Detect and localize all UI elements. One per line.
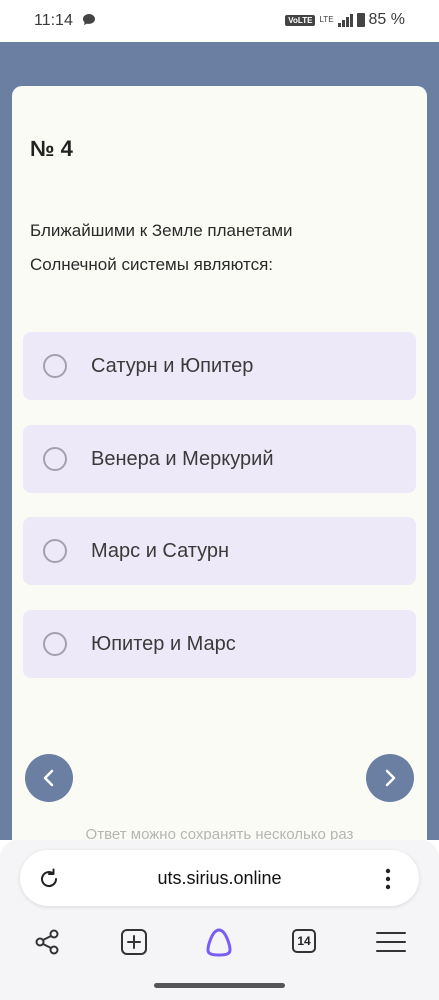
previous-button[interactable] (25, 754, 73, 802)
answer-option[interactable]: Сатурн и Юпитер (23, 332, 416, 400)
status-bar: 11:14 VoLTE LTE 85 % (0, 0, 439, 42)
answer-label: Марс и Сатурн (91, 539, 230, 562)
answer-option[interactable]: Венера и Меркурий (23, 425, 416, 493)
radio-button[interactable] (43, 447, 67, 471)
signal-icon (337, 13, 353, 27)
share-icon[interactable] (33, 928, 61, 961)
radio-button[interactable] (43, 354, 67, 378)
reload-icon[interactable] (36, 866, 62, 897)
answer-option[interactable]: Юпитер и Марс (23, 610, 416, 678)
save-hint: Ответ можно сохранять несколько раз (85, 826, 354, 840)
radio-button[interactable] (43, 539, 67, 563)
answer-option[interactable]: Марс и Сатурн (23, 517, 416, 585)
question-line: Ближайшими к Земле планетами (30, 221, 293, 240)
tabs-counter[interactable]: 14 (292, 929, 316, 953)
chevron-left-icon (43, 769, 54, 787)
more-menu-icon[interactable] (380, 866, 396, 897)
question-line: Солнечной системы являются: (30, 255, 274, 274)
volte-indicator: VoLTE (285, 14, 316, 26)
new-tab-icon[interactable] (120, 928, 148, 961)
radio-button[interactable] (43, 632, 67, 656)
url-text[interactable]: uts.sirius.online (0, 868, 439, 889)
chevron-right-icon (385, 769, 396, 787)
next-button[interactable] (366, 754, 414, 802)
answer-label: Сатурн и Юпитер (91, 354, 254, 377)
battery-level: 85 % (368, 11, 405, 28)
home-indicator[interactable] (154, 983, 285, 988)
network-type: LTE (319, 15, 334, 24)
menu-icon[interactable] (376, 928, 406, 961)
battery-icon (356, 13, 365, 27)
status-indicators: VoLTE LTE 85 % (285, 11, 405, 29)
alice-assistant-icon[interactable] (203, 926, 235, 963)
answer-label: Венера и Меркурий (91, 447, 274, 470)
question-number: № 4 (30, 136, 73, 161)
chat-notification-icon (82, 13, 96, 31)
clock: 11:14 (34, 12, 73, 29)
answer-label: Юпитер и Марс (91, 632, 236, 655)
question-text: Ближайшими к Земле планетами Солнечной с… (30, 214, 400, 282)
